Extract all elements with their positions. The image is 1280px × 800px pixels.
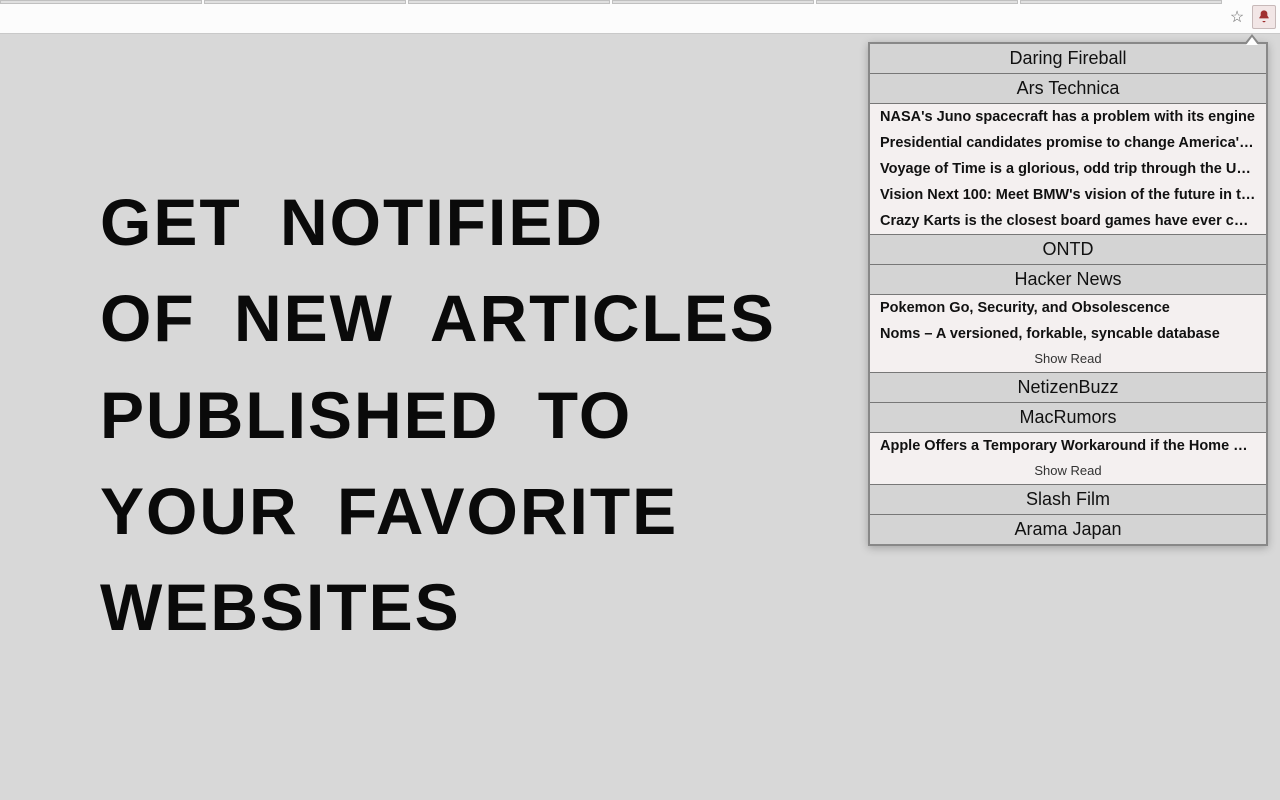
article-item[interactable]: Vision Next 100: Meet BMW's vision of th… [870,182,1266,208]
article-list: Pokemon Go, Security, and ObsolescenceNo… [870,295,1266,373]
browser-toolbar: ☆ [0,0,1280,34]
feed-header[interactable]: NetizenBuzz [870,373,1266,403]
feed-header[interactable]: MacRumors [870,403,1266,433]
feed-block: Hacker NewsPokemon Go, Security, and Obs… [870,265,1266,373]
show-read-link[interactable]: Show Read [870,459,1266,484]
tab-strip-stub [0,0,1222,6]
feed-header[interactable]: Hacker News [870,265,1266,295]
article-item[interactable]: Apple Offers a Temporary Workaround if t… [870,433,1266,459]
article-item[interactable]: Pokemon Go, Security, and Obsolescence [870,295,1266,321]
hero-headline: Get notified of new articles published t… [100,174,800,656]
feed-block: Daring Fireball [870,44,1266,74]
article-list: Apple Offers a Temporary Workaround if t… [870,433,1266,485]
article-item[interactable]: NASA's Juno spacecraft has a problem wit… [870,104,1266,130]
page-content: Get notified of new articles published t… [0,34,1280,800]
feed-header[interactable]: ONTD [870,235,1266,265]
article-item[interactable]: Presidential candidates promise to chang… [870,130,1266,156]
show-read-link[interactable]: Show Read [870,347,1266,372]
extension-icon[interactable] [1252,5,1276,29]
bookmark-star-icon[interactable]: ☆ [1226,6,1248,28]
article-item[interactable]: Voyage of Time is a glorious, odd trip t… [870,156,1266,182]
article-item[interactable]: Noms – A versioned, forkable, syncable d… [870,321,1266,347]
bell-icon [1256,9,1272,25]
feed-block: Ars TechnicaNASA's Juno spacecraft has a… [870,74,1266,235]
feed-header[interactable]: Daring Fireball [870,44,1266,74]
feed-block: Arama Japan [870,515,1266,544]
article-item[interactable]: Crazy Karts is the closest board games h… [870,208,1266,234]
feed-block: ONTD [870,235,1266,265]
feed-header[interactable]: Ars Technica [870,74,1266,104]
feed-block: Slash Film [870,485,1266,515]
feed-header[interactable]: Slash Film [870,485,1266,515]
feed-block: NetizenBuzz [870,373,1266,403]
feed-header[interactable]: Arama Japan [870,515,1266,544]
feed-block: MacRumorsApple Offers a Temporary Workar… [870,403,1266,485]
feed-popup: Daring FireballArs TechnicaNASA's Juno s… [868,42,1268,546]
article-list: NASA's Juno spacecraft has a problem wit… [870,104,1266,235]
